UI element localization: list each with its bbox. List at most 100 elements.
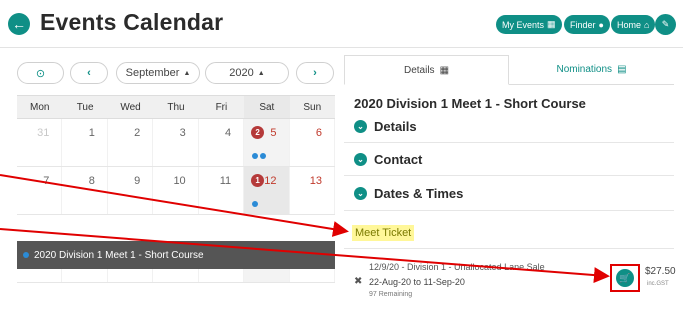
finder-label: Finder	[570, 19, 596, 30]
divider	[344, 142, 674, 143]
chevron-down-icon: ⌄	[354, 120, 367, 133]
prev-month-button[interactable]: ‹	[70, 62, 108, 84]
ticket-remaining: 97 Remaining	[369, 291, 413, 298]
day-number: 7	[43, 175, 50, 187]
tab-details-label: Details	[403, 64, 435, 76]
day-number: 10	[173, 175, 186, 187]
dow-thu: Thu	[167, 101, 185, 113]
calendar-day[interactable]: 2 5	[244, 119, 290, 166]
my-events-button[interactable]: My Events ▦	[496, 15, 562, 34]
dow-tue: Tue	[76, 101, 94, 113]
section-dates-times[interactable]: ⌄ Dates & Times	[354, 186, 463, 201]
year-select[interactable]: 2020 ▲	[205, 62, 289, 84]
event-dot	[252, 201, 259, 207]
tab-details[interactable]: Details ▦	[344, 55, 509, 85]
event-title: 2020 Division 1 Meet 1 - Short Course	[354, 96, 586, 111]
calendar-week: 7 8 9 10 11 1 12 13	[17, 167, 335, 215]
meet-ticket-heading: Meet Ticket	[352, 225, 415, 241]
dow-mon: Mon	[29, 101, 50, 113]
day-number: 4	[224, 127, 232, 139]
calendar-day[interactable]: 2	[108, 119, 154, 166]
map-pin-icon: ●	[598, 19, 604, 30]
id-card-icon: ▤	[617, 64, 627, 75]
finder-button[interactable]: Finder ●	[564, 15, 610, 34]
section-details[interactable]: ⌄ Details	[354, 119, 417, 134]
detail-tabs: Details ▦ Nominations ▤	[344, 55, 674, 85]
day-number: 9	[134, 175, 141, 187]
my-events-label: My Events	[502, 19, 545, 30]
calendar-day[interactable]: 31	[17, 119, 63, 166]
divider	[344, 248, 674, 249]
home-label: Home	[617, 19, 642, 30]
calendar-day[interactable]: 4	[199, 119, 245, 166]
chevron-right-icon: ›	[313, 67, 317, 79]
day-number: 11	[219, 175, 232, 187]
month-select[interactable]: September ▲	[116, 62, 200, 84]
section-contact-label: Contact	[374, 152, 423, 167]
dow-sat: Sat	[244, 96, 290, 118]
day-number: 13	[309, 175, 322, 187]
day-number: 5	[270, 127, 277, 139]
calendar-day[interactable]: 9	[108, 167, 154, 214]
dow-fri: Fri	[215, 101, 228, 113]
day-number: 3	[179, 127, 186, 139]
settings-button[interactable]: ✎	[655, 14, 676, 35]
calendar-day[interactable]: 11	[199, 167, 245, 214]
tab-nominations-label: Nominations	[556, 64, 613, 75]
cart-icon: 🛒	[619, 272, 631, 283]
calendar-icon: ▦	[547, 19, 556, 29]
event-dot	[252, 153, 259, 159]
event-count-badge: 2	[251, 126, 265, 139]
dow-sun: Sun	[303, 101, 322, 113]
calendar-day[interactable]: 7	[17, 167, 63, 214]
calendar-day[interactable]: 1	[62, 119, 108, 166]
calendar-day[interactable]: 6	[290, 119, 335, 166]
calendar-day[interactable]: 1 12	[244, 167, 290, 214]
day-number: 2	[134, 127, 141, 139]
section-dates-label: Dates & Times	[374, 186, 464, 201]
today-button[interactable]: ⊙	[17, 62, 64, 84]
event-bar[interactable]: 2020 Division 1 Meet 1 - Short Course	[17, 241, 335, 269]
day-number: 8	[88, 175, 95, 187]
tab-nominations[interactable]: Nominations ▤	[509, 55, 674, 84]
remove-icon[interactable]: ✖	[354, 276, 362, 287]
ticket-price: $27.50	[645, 266, 676, 277]
calendar-icon: ▦	[439, 64, 450, 76]
divider	[344, 175, 674, 176]
caret-up-icon: ▲	[183, 69, 191, 77]
back-arrow-icon[interactable]: ←	[8, 13, 30, 35]
day-number: 12	[264, 175, 277, 187]
event-dot	[260, 153, 267, 159]
event-bar-spacer	[17, 215, 335, 243]
calendar-day[interactable]: 10	[153, 167, 199, 214]
section-details-label: Details	[374, 119, 417, 134]
chevron-down-icon: ⌄	[354, 153, 367, 166]
day-number: 1	[88, 127, 95, 139]
calendar-day[interactable]: 8	[62, 167, 108, 214]
event-count-badge: 1	[251, 174, 265, 187]
ticket-name: 12/9/20 - Division 1 - Unallocated Lane …	[369, 262, 545, 272]
caret-up-icon: ▲	[257, 69, 265, 77]
ticket-row: ✖ 12/9/20 - Division 1 - Unallocated Lan…	[352, 256, 677, 306]
next-month-button[interactable]: ›	[296, 62, 334, 84]
day-number: 31	[37, 127, 50, 139]
home-button[interactable]: Home ⌂	[611, 15, 656, 34]
add-to-cart-button[interactable]: 🛒	[616, 269, 634, 287]
ticket-tax-note: inc.GST	[647, 281, 669, 287]
wrench-icon: ✎	[661, 19, 670, 29]
day-of-week-header: Mon Tue Wed Thu Fri Sat Sun	[17, 95, 335, 119]
month-value: September	[125, 67, 180, 79]
calendar-week: 31 1 2 3 4 2 5 6	[17, 119, 335, 167]
year-value: 2020	[229, 67, 254, 79]
home-icon: ⌂	[644, 19, 650, 30]
day-number: 6	[315, 127, 322, 139]
event-bar-label: 2020 Division 1 Meet 1 - Short Course	[34, 249, 204, 261]
event-dot	[23, 252, 29, 258]
annotation-highlight-box: 🛒	[610, 264, 640, 292]
chevron-left-icon: ‹	[87, 67, 91, 79]
calendar-day[interactable]: 13	[290, 167, 335, 214]
calendar-day[interactable]: 3	[153, 119, 199, 166]
ticket-dates: 22-Aug-20 to 11-Sep-20	[369, 277, 465, 287]
section-contact[interactable]: ⌄ Contact	[354, 152, 422, 167]
chevron-down-icon: ⌄	[354, 187, 367, 200]
